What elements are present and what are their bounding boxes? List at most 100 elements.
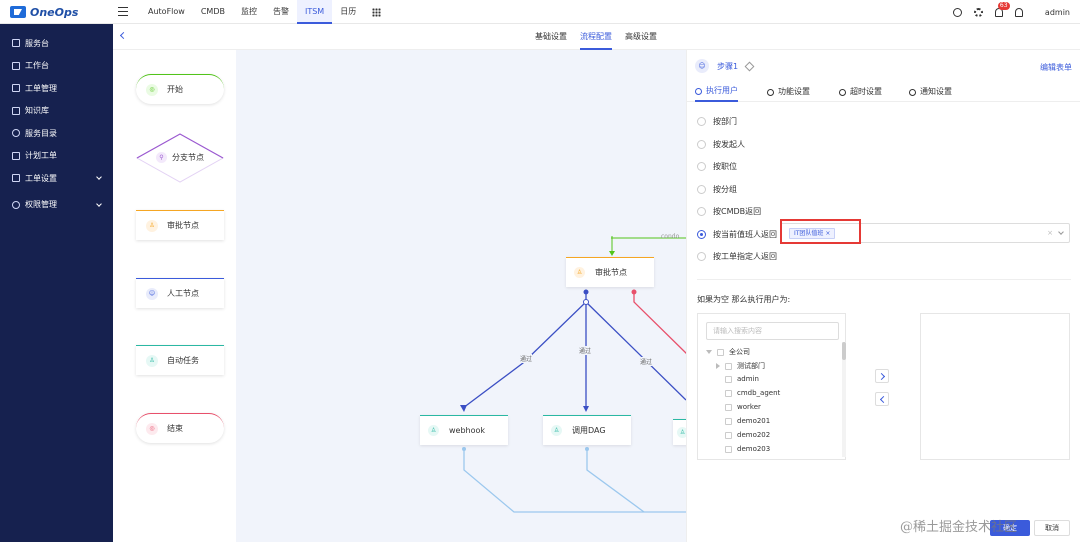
workbench-icon [12,61,20,70]
radio-by-group[interactable]: 按分组 [697,184,737,195]
tab-label: 执行用户 [706,86,738,95]
tab-notify-settings[interactable]: 通知设置 [909,82,952,102]
checkbox[interactable] [725,362,732,370]
palette-node-end[interactable]: ◎ 结束 [136,413,224,443]
apps-grid-icon[interactable] [372,7,382,17]
radio-by-dept[interactable]: 按部门 [697,116,737,127]
checkbox[interactable] [725,445,732,453]
palette-node-branch[interactable]: ⚲ 分支节点 [156,152,204,163]
sidebar-item-label: 知识库 [25,106,49,116]
sidebar-item-label: 权限管理 [25,200,57,210]
palette-node-label: 审批节点 [167,221,199,230]
radio-label: 按工单指定人返回 [713,252,777,261]
tree-node-dept[interactable]: 测试部门 [716,361,765,371]
tree-user[interactable]: cmdb_agent [725,389,780,397]
checkbox[interactable] [725,389,732,397]
checkbox[interactable] [725,375,732,383]
radio-by-position[interactable]: 按职位 [697,161,737,172]
radio-by-oncall[interactable]: 按当前值班人返回 [697,229,777,240]
sidebar-item-catalog[interactable]: 服务目录 [0,122,113,145]
tree-user[interactable]: demo203 [725,445,770,453]
logo-icon [10,6,26,18]
edit-title-icon[interactable] [744,61,755,71]
sidebar-item-tickets[interactable]: 工单管理 [0,77,113,100]
sidebar-item-workbench[interactable]: 工作台 [0,55,113,78]
sidebar-item-permissions[interactable]: 权限管理 [0,194,113,217]
radio-button-checked[interactable] [697,230,706,239]
caret-down-icon[interactable] [706,350,712,354]
caret-right-icon[interactable] [716,363,720,369]
tree-user[interactable]: admin [725,375,759,383]
palette-node-start[interactable]: ◎ 开始 [136,74,224,104]
tree-user[interactable]: worker [725,403,761,411]
nav-item-cmdb[interactable]: CMDB [193,0,233,24]
tab-flow-config[interactable]: 流程配置 [580,24,612,50]
radio-label: 按职位 [713,162,737,171]
bell-icon[interactable] [1014,7,1023,17]
transfer-right-button[interactable] [875,369,889,383]
radio-button[interactable] [697,185,706,194]
tree-user[interactable]: demo202 [725,431,770,439]
checkbox[interactable] [725,417,732,425]
nav-item-alert[interactable]: 告警 [265,0,297,24]
canvas-node-label: webhook [449,426,486,435]
palette-node-auto-task[interactable]: ♙ 自动任务 [136,345,224,375]
tab-label: 超时设置 [850,87,882,96]
canvas-node-approval[interactable]: ♙ 审批节点 [566,257,654,287]
help-icon[interactable] [952,7,962,17]
nav-item-calendar[interactable]: 日历 [332,0,364,24]
tab-exec-user[interactable]: 执行用户 [695,82,738,102]
scrollbar[interactable] [842,342,846,457]
tree-user[interactable]: demo201 [725,417,770,425]
bell-icon [909,88,916,96]
radio-button[interactable] [697,117,706,126]
auto-task-icon: ♙ [146,354,158,367]
radio-by-cmdb[interactable]: 按CMDB返回 [697,206,761,217]
tab-function-settings[interactable]: 功能设置 [767,82,810,102]
sidebar-item-ticket-settings[interactable]: 工单设置 [0,167,113,190]
tree-node-root[interactable]: 全公司 [706,347,750,357]
tab-timeout-settings[interactable]: 超时设置 [839,82,882,102]
chevron-down-icon[interactable] [1058,229,1064,235]
flow-canvas[interactable]: condo 通过 通过 通过 ♙ 审批节点 ♙ webhook ♙ 调用DAG … [236,50,686,542]
palette-node-approval[interactable]: ♙ 审批节点 [136,210,224,240]
canvas-node-dag[interactable]: ♙ 调用DAG [543,415,631,445]
checkbox[interactable] [725,431,732,439]
user-name[interactable]: admin [1045,8,1070,17]
tab-basic-settings[interactable]: 基础设置 [535,24,567,50]
sidebar-item-label: 服务台 [25,38,49,48]
sidebar-item-planned[interactable]: 计划工单 [0,145,113,168]
edit-form-link[interactable]: 编辑表单 [1040,62,1072,73]
search-input[interactable]: 请输入搜索内容 [706,322,839,340]
tab-advanced-settings[interactable]: 高级设置 [625,24,657,50]
highlight-box [780,219,861,244]
nav-item-autoflow[interactable]: AutoFlow [140,0,193,24]
clear-icon[interactable]: × [1047,229,1053,237]
radio-by-initiator[interactable]: 按发起人 [697,139,745,150]
cancel-button[interactable]: 取消 [1034,520,1070,536]
menu-toggle-icon[interactable] [118,7,128,16]
radio-button[interactable] [697,252,706,261]
logo[interactable]: OneOps [10,5,78,19]
radio-button[interactable] [697,207,706,216]
nav-item-itsm[interactable]: ITSM [296,0,333,24]
canvas-node-partial[interactable]: ♙ [673,419,686,445]
calendar-icon [12,151,20,160]
notification-badge: 63 [997,1,1010,10]
checkbox[interactable] [717,348,724,356]
sidebar-item-service-desk[interactable]: 服务台 [0,32,113,55]
back-chevron-icon[interactable] [119,31,128,40]
sidebar-item-label: 工作台 [25,61,49,71]
nav-item-monitor[interactable]: 监控 [233,0,265,24]
transfer-left-button[interactable] [875,392,889,406]
gear-icon[interactable] [973,7,983,17]
bell-badge-icon[interactable]: 63 [994,1,1010,17]
canvas-node-webhook[interactable]: ♙ webhook [420,415,508,445]
radio-by-assignee[interactable]: 按工单指定人返回 [697,251,777,262]
checkbox[interactable] [725,403,732,411]
palette-node-manual[interactable]: ☺ 人工节点 [136,278,224,308]
radio-button[interactable] [697,162,706,171]
sidebar-item-knowledge[interactable]: 知识库 [0,100,113,123]
transfer-source: 请输入搜索内容 全公司 测试部门 admin cmdb_agent worker… [697,313,846,460]
radio-button[interactable] [697,140,706,149]
